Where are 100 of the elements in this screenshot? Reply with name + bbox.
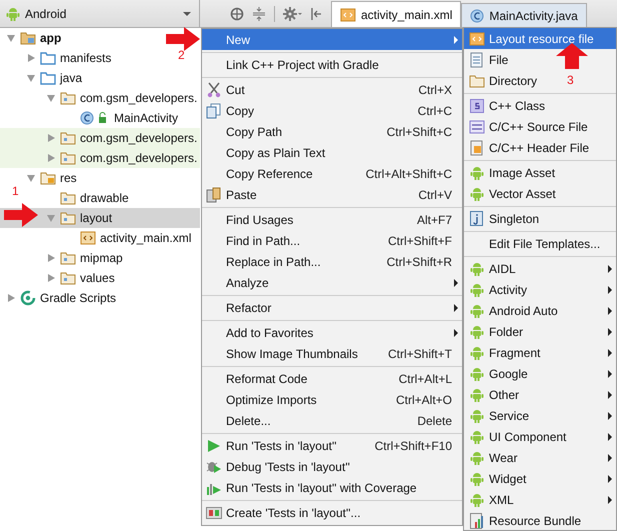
android-robot-icon — [470, 345, 484, 360]
tree-item[interactable]: layout — [80, 211, 112, 225]
menu-item[interactable]: Create 'Tests in 'layout''... — [202, 502, 462, 523]
menu-item[interactable]: C/C++ Source File — [464, 116, 598, 137]
menu-item[interactable]: Delete... Delete — [202, 410, 462, 431]
package-folder-icon — [60, 271, 76, 285]
pointer-arrow-icon — [166, 27, 200, 51]
menu-item[interactable]: C/C++ Header File — [464, 137, 600, 158]
singleton-icon — [470, 211, 483, 226]
package-folder-icon — [60, 191, 76, 205]
tree-item[interactable]: com.gsm_developers. — [80, 91, 198, 105]
menu-item[interactable]: Link C++ Project with Gradle — [202, 54, 462, 75]
tree-item[interactable]: res — [60, 171, 77, 185]
menu-item[interactable]: Add to Favorites — [202, 322, 462, 343]
menu-item[interactable]: Google — [464, 363, 616, 384]
caret-icon — [183, 12, 191, 16]
menu-item[interactable]: File — [464, 49, 518, 70]
file-icon — [470, 52, 483, 68]
android-robot-icon — [470, 165, 484, 180]
android-robot-icon — [470, 186, 484, 201]
menu-item[interactable]: Copy Reference Ctrl+Alt+Shift+C — [202, 163, 462, 184]
menu-item[interactable]: AIDL — [464, 258, 616, 279]
target-icon[interactable] — [230, 6, 244, 20]
menu-item[interactable]: Vector Asset — [464, 183, 566, 204]
menu-item[interactable]: Replace in Path... Ctrl+Shift+R — [202, 251, 462, 272]
menu-item[interactable]: Cut Ctrl+X — [202, 79, 462, 100]
android-robot-icon — [6, 6, 20, 21]
tree-item[interactable]: manifests — [60, 51, 112, 65]
menu-item[interactable]: Directory — [464, 70, 548, 91]
editor-tab[interactable]: MainActivity.java — [461, 3, 587, 27]
menu-item[interactable]: Paste Ctrl+V — [202, 184, 462, 205]
menu-item[interactable]: UI Component — [464, 426, 616, 447]
scissors-icon — [206, 82, 222, 98]
layout-file-icon — [340, 8, 356, 22]
menu-item[interactable]: Show Image Thumbnails Ctrl+Shift+T — [202, 343, 462, 364]
menu-item[interactable]: Folder — [464, 321, 616, 342]
menu-item[interactable]: Android Auto — [464, 300, 616, 321]
tree-item[interactable]: drawable — [80, 191, 129, 205]
menu-item[interactable]: Debug 'Tests in 'layout'' — [202, 456, 462, 477]
pointer-arrow-icon — [4, 203, 38, 227]
android-robot-icon — [470, 429, 484, 444]
menu-item[interactable]: Optimize Imports Ctrl+Alt+O — [202, 389, 462, 410]
menu-item[interactable]: Other — [464, 384, 616, 405]
view-selector-dropdown[interactable]: Android — [0, 0, 200, 27]
menu-item[interactable]: Layout resource file — [464, 28, 616, 49]
header-file-icon — [470, 140, 483, 156]
android-robot-icon — [470, 492, 484, 507]
tree-item[interactable]: Gradle Scripts — [40, 291, 116, 305]
menu-item[interactable]: Find in Path... Ctrl+Shift+F — [202, 230, 462, 251]
package-folder-icon — [60, 151, 76, 165]
menu-item[interactable]: Copy Path Ctrl+Shift+C — [202, 121, 462, 142]
step-number: 3 — [567, 73, 574, 87]
module-folder-icon — [20, 31, 36, 45]
menu-item[interactable]: Run 'Tests in 'layout'' with Coverage — [202, 477, 462, 498]
xml-file-icon — [80, 231, 96, 245]
tree-item[interactable]: activity_main.xml — [100, 231, 192, 245]
settings-icon[interactable] — [283, 6, 303, 20]
menu-item[interactable]: Service — [464, 405, 616, 426]
menu-item[interactable]: Edit File Templates... — [464, 233, 610, 254]
menu-item[interactable]: Refactor — [202, 297, 462, 318]
menu-item[interactable]: XML — [464, 489, 616, 510]
step-number: 2 — [178, 48, 185, 62]
menu-item[interactable]: Activity — [464, 279, 616, 300]
menu-item[interactable]: C++ Class — [464, 95, 556, 116]
tree-item[interactable]: values — [80, 271, 115, 285]
step-number: 1 — [12, 184, 19, 198]
expand-arrow-icon[interactable] — [8, 294, 14, 302]
package-folder-icon — [60, 251, 76, 265]
layout-file-icon — [468, 32, 484, 46]
menu-item[interactable]: Copy Ctrl+C — [202, 100, 462, 121]
menu-item[interactable]: New — [202, 29, 462, 50]
play-icon — [207, 438, 221, 452]
tree-item[interactable]: mipmap — [80, 251, 123, 265]
menu-item[interactable]: Widget — [464, 468, 616, 489]
editor-tab[interactable]: activity_main.xml — [331, 1, 462, 27]
android-robot-icon — [470, 261, 484, 276]
tree-item[interactable]: java — [60, 71, 82, 85]
menu-item[interactable]: Image Asset — [464, 162, 566, 183]
collapse-all-icon[interactable] — [252, 6, 266, 20]
copy-icon — [206, 102, 222, 118]
android-robot-icon — [470, 387, 484, 402]
menu-item[interactable]: Find Usages Alt+F7 — [202, 209, 462, 230]
tree-item[interactable]: app — [40, 31, 62, 45]
android-robot-icon — [470, 366, 484, 381]
menu-item[interactable]: Analyze — [202, 272, 462, 293]
menu-item[interactable]: Resource Bundle — [464, 510, 592, 531]
resource-folder-icon — [40, 171, 56, 185]
menu-item[interactable]: Fragment — [464, 342, 616, 363]
hide-panel-icon[interactable] — [311, 6, 321, 20]
paste-icon — [206, 186, 222, 202]
menu-item[interactable]: Copy as Plain Text — [202, 142, 462, 163]
menu-item[interactable]: Singleton — [464, 208, 550, 229]
menu-item[interactable]: Reformat Code Ctrl+Alt+L — [202, 368, 462, 389]
folder-icon — [468, 74, 484, 88]
android-robot-icon — [470, 324, 484, 339]
android-robot-icon — [470, 408, 484, 423]
tree-item[interactable]: MainActivity — [114, 111, 178, 125]
pointer-arrow-icon — [556, 43, 588, 69]
menu-item[interactable]: Run 'Tests in 'layout'' Ctrl+Shift+F10 — [202, 435, 462, 456]
menu-item[interactable]: Wear — [464, 447, 616, 468]
